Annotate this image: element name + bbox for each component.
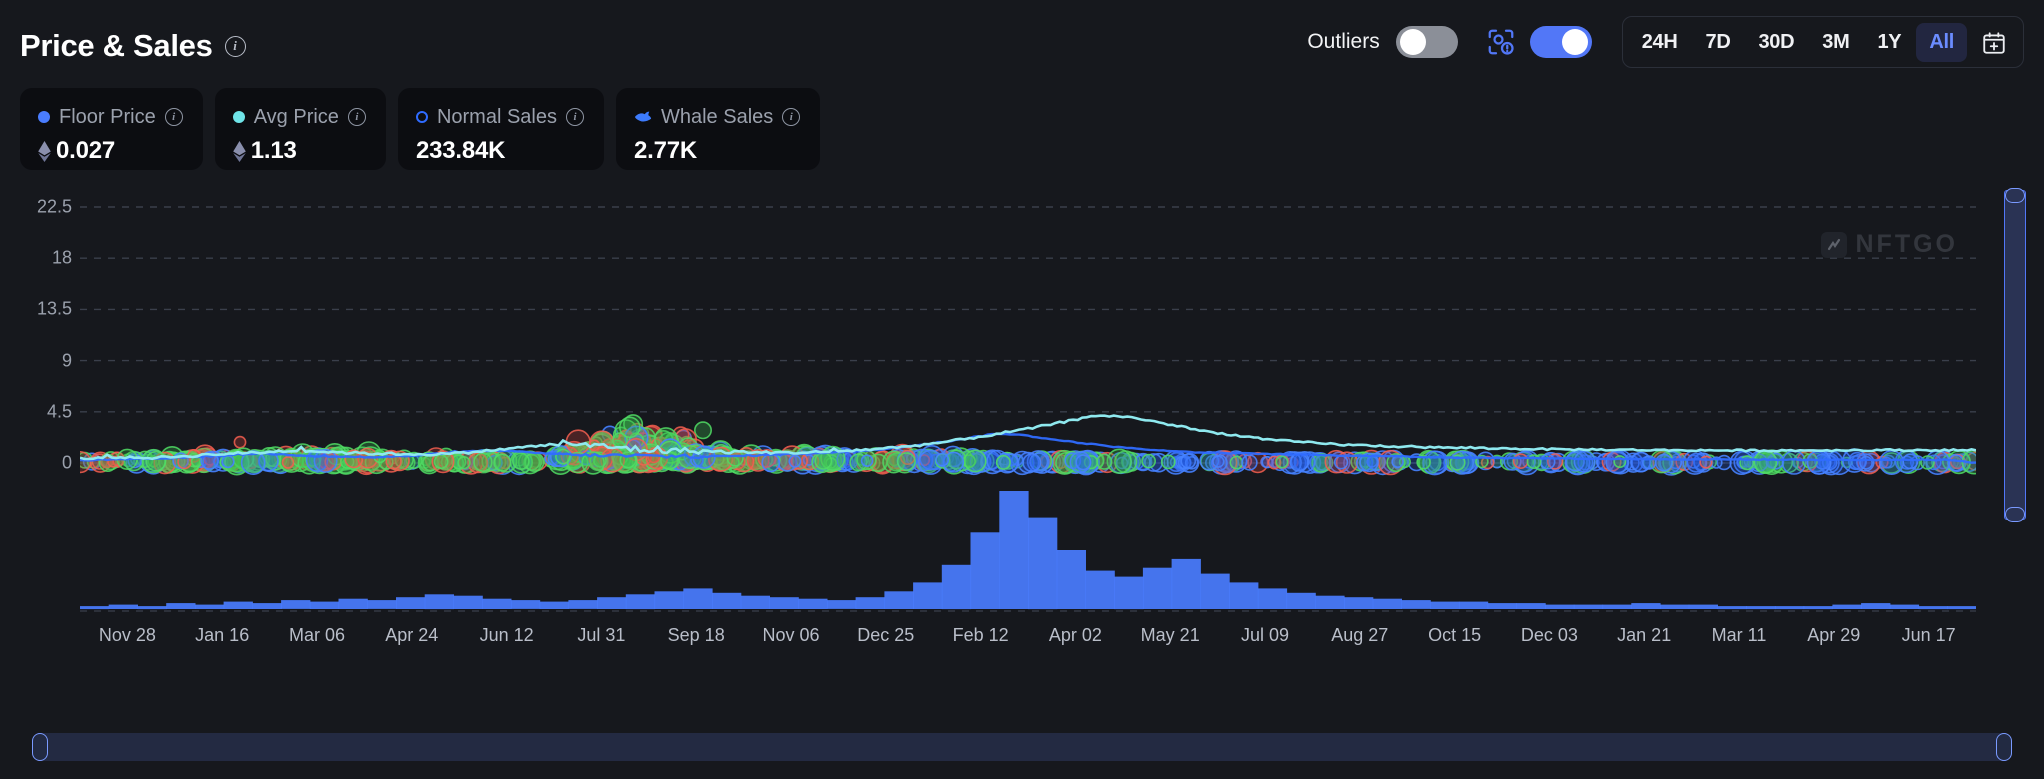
eth-icon	[38, 141, 51, 162]
x-axis-tick: Jun 12	[480, 625, 534, 646]
nftgo-logo-icon	[1821, 232, 1847, 258]
x-axis-tick: Feb 12	[953, 625, 1009, 646]
y-axis: 0 4.5 9 13.5 18 22.5	[0, 185, 72, 615]
stat-card-whale-sales[interactable]: Whale Sales i 2.77K	[616, 88, 820, 170]
slider-handle-bottom[interactable]	[2005, 507, 2025, 522]
plot-area[interactable]: NFTGO	[80, 185, 1976, 615]
x-axis-tick: Jan 21	[1617, 625, 1671, 646]
y-axis-tick: 22.5	[37, 197, 72, 218]
slider-track[interactable]	[36, 733, 2008, 761]
stat-label: Floor Price	[59, 106, 156, 129]
stat-value: 2.77K	[634, 137, 697, 165]
x-axis-tick: Mar 11	[1712, 625, 1767, 646]
nftgo-watermark: NFTGO	[1821, 230, 1959, 259]
x-axis: Nov 28 Jan 16 Mar 06 Apr 24 Jun 12 Jul 31 Sep …	[80, 625, 1976, 655]
anomaly-toggle[interactable]	[1530, 26, 1592, 58]
range-btn-3m[interactable]: 3M	[1809, 23, 1862, 62]
stat-card-avg-price[interactable]: Avg Price i 1.13	[215, 88, 386, 170]
slider-handle-right[interactable]	[1996, 733, 2012, 761]
stat-cards: Floor Price i 0.027 Avg Price i 1.13 N	[20, 88, 820, 170]
panel-header: Price & Sales i Outliers	[0, 0, 2044, 84]
horizontal-range-slider[interactable]	[36, 733, 2008, 761]
x-axis-tick: Jul 09	[1241, 625, 1289, 646]
avg-price-legend-dot	[233, 111, 245, 123]
stat-label: Whale Sales	[661, 106, 773, 129]
slider-track[interactable]	[2004, 190, 2026, 520]
eth-icon	[233, 141, 246, 162]
stat-card-normal-sales[interactable]: Normal Sales i 233.84K	[398, 88, 604, 170]
chart-controls: Outliers 24H 7D	[1307, 16, 2024, 68]
scan-alert-icon[interactable]	[1486, 27, 1516, 57]
range-btn-1y[interactable]: 1Y	[1864, 23, 1914, 62]
stat-card-floor-price[interactable]: Floor Price i 0.027	[20, 88, 203, 170]
stat-value: 1.13	[251, 137, 297, 165]
range-btn-all[interactable]: All	[1916, 23, 1967, 62]
info-icon[interactable]: i	[348, 108, 366, 126]
stat-value: 233.84K	[416, 137, 505, 165]
x-axis-tick: Apr 29	[1807, 625, 1860, 646]
x-axis-tick: Apr 02	[1049, 625, 1102, 646]
info-icon[interactable]: i	[566, 108, 584, 126]
slider-handle-top[interactable]	[2005, 188, 2025, 203]
toggle-knob	[1562, 29, 1588, 55]
y-axis-tick: 0	[62, 453, 72, 474]
slider-handle-left[interactable]	[32, 733, 48, 761]
stat-label: Normal Sales	[437, 106, 557, 129]
y-axis-tick: 18	[52, 248, 72, 269]
outliers-control: Outliers	[1307, 26, 1457, 58]
x-axis-tick: Aug 27	[1331, 625, 1388, 646]
x-axis-tick: Oct 15	[1428, 625, 1481, 646]
stat-value: 0.027	[56, 137, 115, 165]
range-btn-7d[interactable]: 7D	[1693, 23, 1744, 62]
x-axis-tick: May 21	[1141, 625, 1200, 646]
x-axis-tick: Nov 28	[99, 625, 156, 646]
floor-price-legend-dot	[38, 111, 50, 123]
x-axis-tick: Jul 31	[577, 625, 625, 646]
x-axis-tick: Dec 25	[857, 625, 914, 646]
x-axis-tick: Mar 06	[289, 625, 345, 646]
y-axis-tick: 9	[62, 350, 72, 371]
x-axis-tick: Sep 18	[668, 625, 725, 646]
x-axis-tick: Dec 03	[1521, 625, 1578, 646]
range-btn-24h[interactable]: 24H	[1629, 23, 1691, 62]
info-icon[interactable]: i	[165, 108, 183, 126]
vertical-zoom-slider[interactable]	[2004, 190, 2026, 520]
outliers-toggle[interactable]	[1396, 26, 1458, 58]
info-icon[interactable]: i	[782, 108, 800, 126]
normal-sales-legend-dot	[416, 111, 428, 123]
page-title: Price & Sales	[20, 28, 213, 64]
y-axis-tick: 4.5	[47, 401, 72, 422]
whale-icon	[634, 110, 652, 124]
time-range-selector: 24H 7D 30D 3M 1Y All	[1622, 16, 2024, 68]
info-icon[interactable]: i	[225, 36, 246, 57]
x-axis-tick: Jun 17	[1902, 625, 1956, 646]
chart-series	[80, 185, 1976, 615]
x-axis-tick: Apr 24	[385, 625, 438, 646]
outliers-label: Outliers	[1307, 30, 1379, 54]
price-sales-panel: Price & Sales i Outliers	[0, 0, 2044, 779]
y-axis-tick: 13.5	[37, 299, 72, 320]
x-axis-tick: Jan 16	[195, 625, 249, 646]
title-group: Price & Sales i	[20, 28, 246, 64]
price-sales-chart: 0 4.5 9 13.5 18 22.5 NFTGO Nov 28 Jan 16 Mar 06…	[0, 185, 2044, 705]
toggle-knob	[1400, 29, 1426, 55]
x-axis-tick: Nov 06	[762, 625, 819, 646]
range-btn-30d[interactable]: 30D	[1745, 23, 1807, 62]
watermark-text: NFTGO	[1856, 230, 1959, 259]
stat-label: Avg Price	[254, 106, 339, 129]
calendar-plus-icon[interactable]	[1969, 22, 2017, 62]
plot-canvas	[80, 185, 1976, 615]
